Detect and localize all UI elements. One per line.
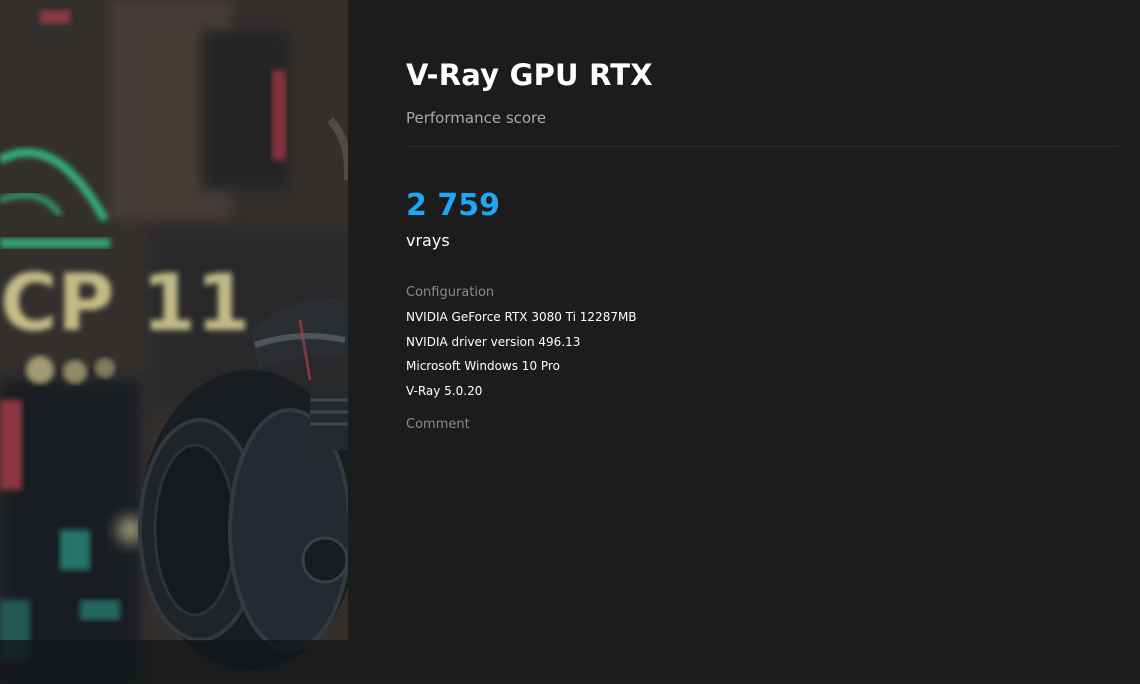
config-item-driver: NVIDIA driver version 496.13 bbox=[406, 335, 581, 349]
divider bbox=[406, 146, 1118, 147]
config-item-os: Microsoft Windows 10 Pro bbox=[406, 359, 560, 373]
configuration-label: Configuration bbox=[406, 285, 495, 300]
comment-label: Comment bbox=[406, 417, 470, 432]
hero-artwork: CP 11 bbox=[0, 0, 348, 684]
benchmark-title: V-Ray GPU RTX bbox=[406, 58, 653, 92]
score-value: 2 759 bbox=[406, 188, 500, 223]
hero-image: CP 11 bbox=[0, 0, 348, 684]
config-item-vray-version: V-Ray 5.0.20 bbox=[406, 384, 483, 398]
config-item-gpu: NVIDIA GeForce RTX 3080 Ti 12287MB bbox=[406, 310, 637, 324]
benchmark-subtitle: Performance score bbox=[406, 109, 547, 127]
score-unit: vrays bbox=[406, 231, 450, 250]
result-page: CP 11 V-Ray GPU RTX Performance score 2 … bbox=[0, 0, 1140, 684]
result-panel: V-Ray GPU RTX Performance score 2 759 vr… bbox=[348, 0, 1140, 684]
